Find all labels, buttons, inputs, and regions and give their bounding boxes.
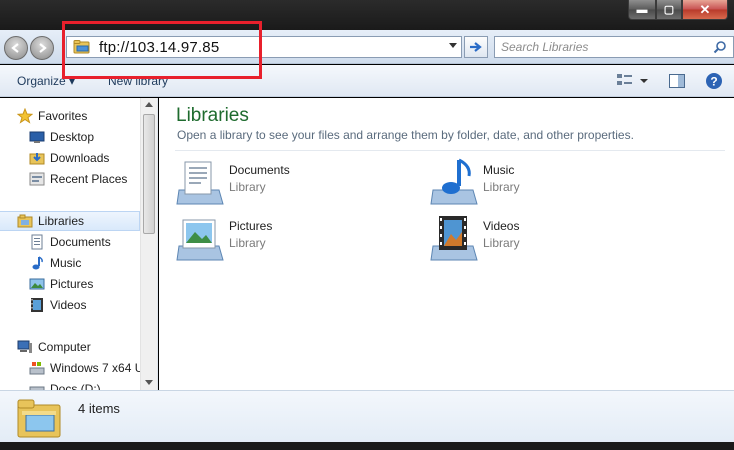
sidebar-item-music[interactable]: Music xyxy=(29,253,157,273)
drive-icon xyxy=(29,362,45,375)
ftp-folder-icon xyxy=(73,40,90,54)
page-title: Libraries xyxy=(176,105,249,126)
close-button[interactable]: ✕ xyxy=(682,0,728,20)
documents-icon xyxy=(31,234,43,250)
change-view-icon[interactable] xyxy=(616,72,650,90)
sidebar-item-pictures[interactable]: Pictures xyxy=(29,274,157,294)
command-bar: Organize ▾ New library ? xyxy=(0,65,734,97)
page-subtitle: Open a library to see your files and arr… xyxy=(177,128,634,142)
search-input[interactable] xyxy=(501,40,711,54)
item-count: 4 items xyxy=(78,401,120,416)
address-bar[interactable]: ftp://103.14.97.85 xyxy=(66,36,462,58)
scroll-down-icon[interactable] xyxy=(145,380,153,385)
address-dropdown-icon[interactable] xyxy=(449,43,457,48)
maximize-button[interactable]: ▢ xyxy=(656,0,682,20)
videos-library-icon xyxy=(430,216,478,261)
sidebar-item-desktop[interactable]: Desktop xyxy=(29,127,157,147)
pictures-icon xyxy=(29,278,45,290)
svg-text:?: ? xyxy=(710,75,717,89)
organize-button[interactable]: Organize ▾ xyxy=(17,74,75,88)
library-name: Music xyxy=(483,163,515,177)
sidebar-item-windows-drive[interactable]: Windows 7 x64 U xyxy=(29,358,157,378)
go-arrow-icon xyxy=(470,42,482,52)
arrow-left-icon xyxy=(11,43,19,53)
sidebar-item-label: Music xyxy=(50,256,82,270)
library-documents[interactable]: Documents Library xyxy=(175,156,415,208)
sidebar-item-computer[interactable]: Computer xyxy=(17,337,157,357)
preview-pane-icon[interactable] xyxy=(668,72,686,90)
sidebar-item-recent-places[interactable]: Recent Places xyxy=(29,169,157,189)
sidebar-item-favorites[interactable]: Favorites xyxy=(17,106,157,126)
sidebar-item-label: Pictures xyxy=(50,277,94,291)
library-type: Library xyxy=(229,236,266,250)
library-videos[interactable]: Videos Library xyxy=(429,212,669,264)
scroll-up-icon[interactable] xyxy=(145,102,153,107)
desktop-icon xyxy=(29,131,45,143)
sidebar-item-label: Windows 7 x64 U xyxy=(50,361,144,375)
arrow-right-icon xyxy=(39,43,47,53)
library-music[interactable]: Music Library xyxy=(429,156,669,208)
window-bottom-border xyxy=(0,442,734,450)
sidebar-item-libraries[interactable]: Libraries xyxy=(0,211,140,231)
navigation-scrollbar[interactable] xyxy=(140,98,157,390)
search-icon[interactable] xyxy=(713,40,727,54)
computer-icon xyxy=(17,340,32,353)
sidebar-item-docs-drive[interactable]: Docs (D:) xyxy=(29,379,157,390)
sidebar-item-label: Videos xyxy=(50,298,87,312)
sidebar-item-label: Recent Places xyxy=(50,172,128,186)
sidebar-item-label: Computer xyxy=(38,340,91,354)
videos-icon xyxy=(31,298,43,312)
content-pane: Libraries Open a library to see your fil… xyxy=(159,98,734,390)
library-name: Pictures xyxy=(229,219,273,233)
downloads-icon xyxy=(29,153,45,165)
recent-places-icon xyxy=(29,172,45,186)
music-library-icon xyxy=(430,158,478,205)
sidebar-item-label: Desktop xyxy=(50,130,95,144)
details-pane: 4 items xyxy=(0,390,734,442)
documents-library-icon xyxy=(176,161,224,205)
minimize-button[interactable]: ▬ xyxy=(628,0,656,20)
sidebar-item-documents[interactable]: Documents xyxy=(29,232,157,252)
pictures-library-icon xyxy=(176,219,224,261)
library-pictures[interactable]: Pictures Library xyxy=(175,212,415,264)
sidebar-item-label: Favorites xyxy=(38,109,88,123)
title-bar: ▬ ▢ ✕ xyxy=(0,0,734,30)
music-icon xyxy=(32,256,43,270)
sidebar-item-label: Downloads xyxy=(50,151,110,165)
library-name: Videos xyxy=(483,219,520,233)
sidebar-item-label: Docs (D:) xyxy=(50,382,101,390)
sidebar-item-label: Documents xyxy=(50,235,111,249)
library-name: Documents xyxy=(229,163,290,177)
library-type: Library xyxy=(483,180,520,194)
back-button[interactable] xyxy=(4,36,28,60)
new-library-button[interactable]: New library xyxy=(108,74,168,88)
star-icon xyxy=(17,108,33,124)
sidebar-item-videos[interactable]: Videos xyxy=(29,295,157,315)
divider xyxy=(175,150,725,151)
forward-button[interactable] xyxy=(30,36,54,60)
go-button[interactable] xyxy=(464,36,488,58)
sidebar-item-label: Libraries xyxy=(38,214,85,228)
scrollbar-thumb[interactable] xyxy=(143,114,155,234)
libraries-icon xyxy=(17,214,33,228)
sidebar-item-downloads[interactable]: Downloads xyxy=(29,148,157,168)
search-box[interactable] xyxy=(494,36,734,58)
window-controls: ▬ ▢ ✕ xyxy=(628,0,728,22)
library-type: Library xyxy=(483,236,520,250)
library-type: Library xyxy=(229,180,266,194)
address-value[interactable]: ftp://103.14.97.85 xyxy=(99,39,219,56)
drive-icon xyxy=(29,386,45,390)
navigation-pane: Favorites Desktop Downloads Recent Place… xyxy=(0,98,158,390)
libraries-folder-icon xyxy=(17,399,61,438)
help-icon[interactable]: ? xyxy=(705,72,723,90)
navigation-bar: ftp://103.14.97.85 xyxy=(0,30,734,64)
